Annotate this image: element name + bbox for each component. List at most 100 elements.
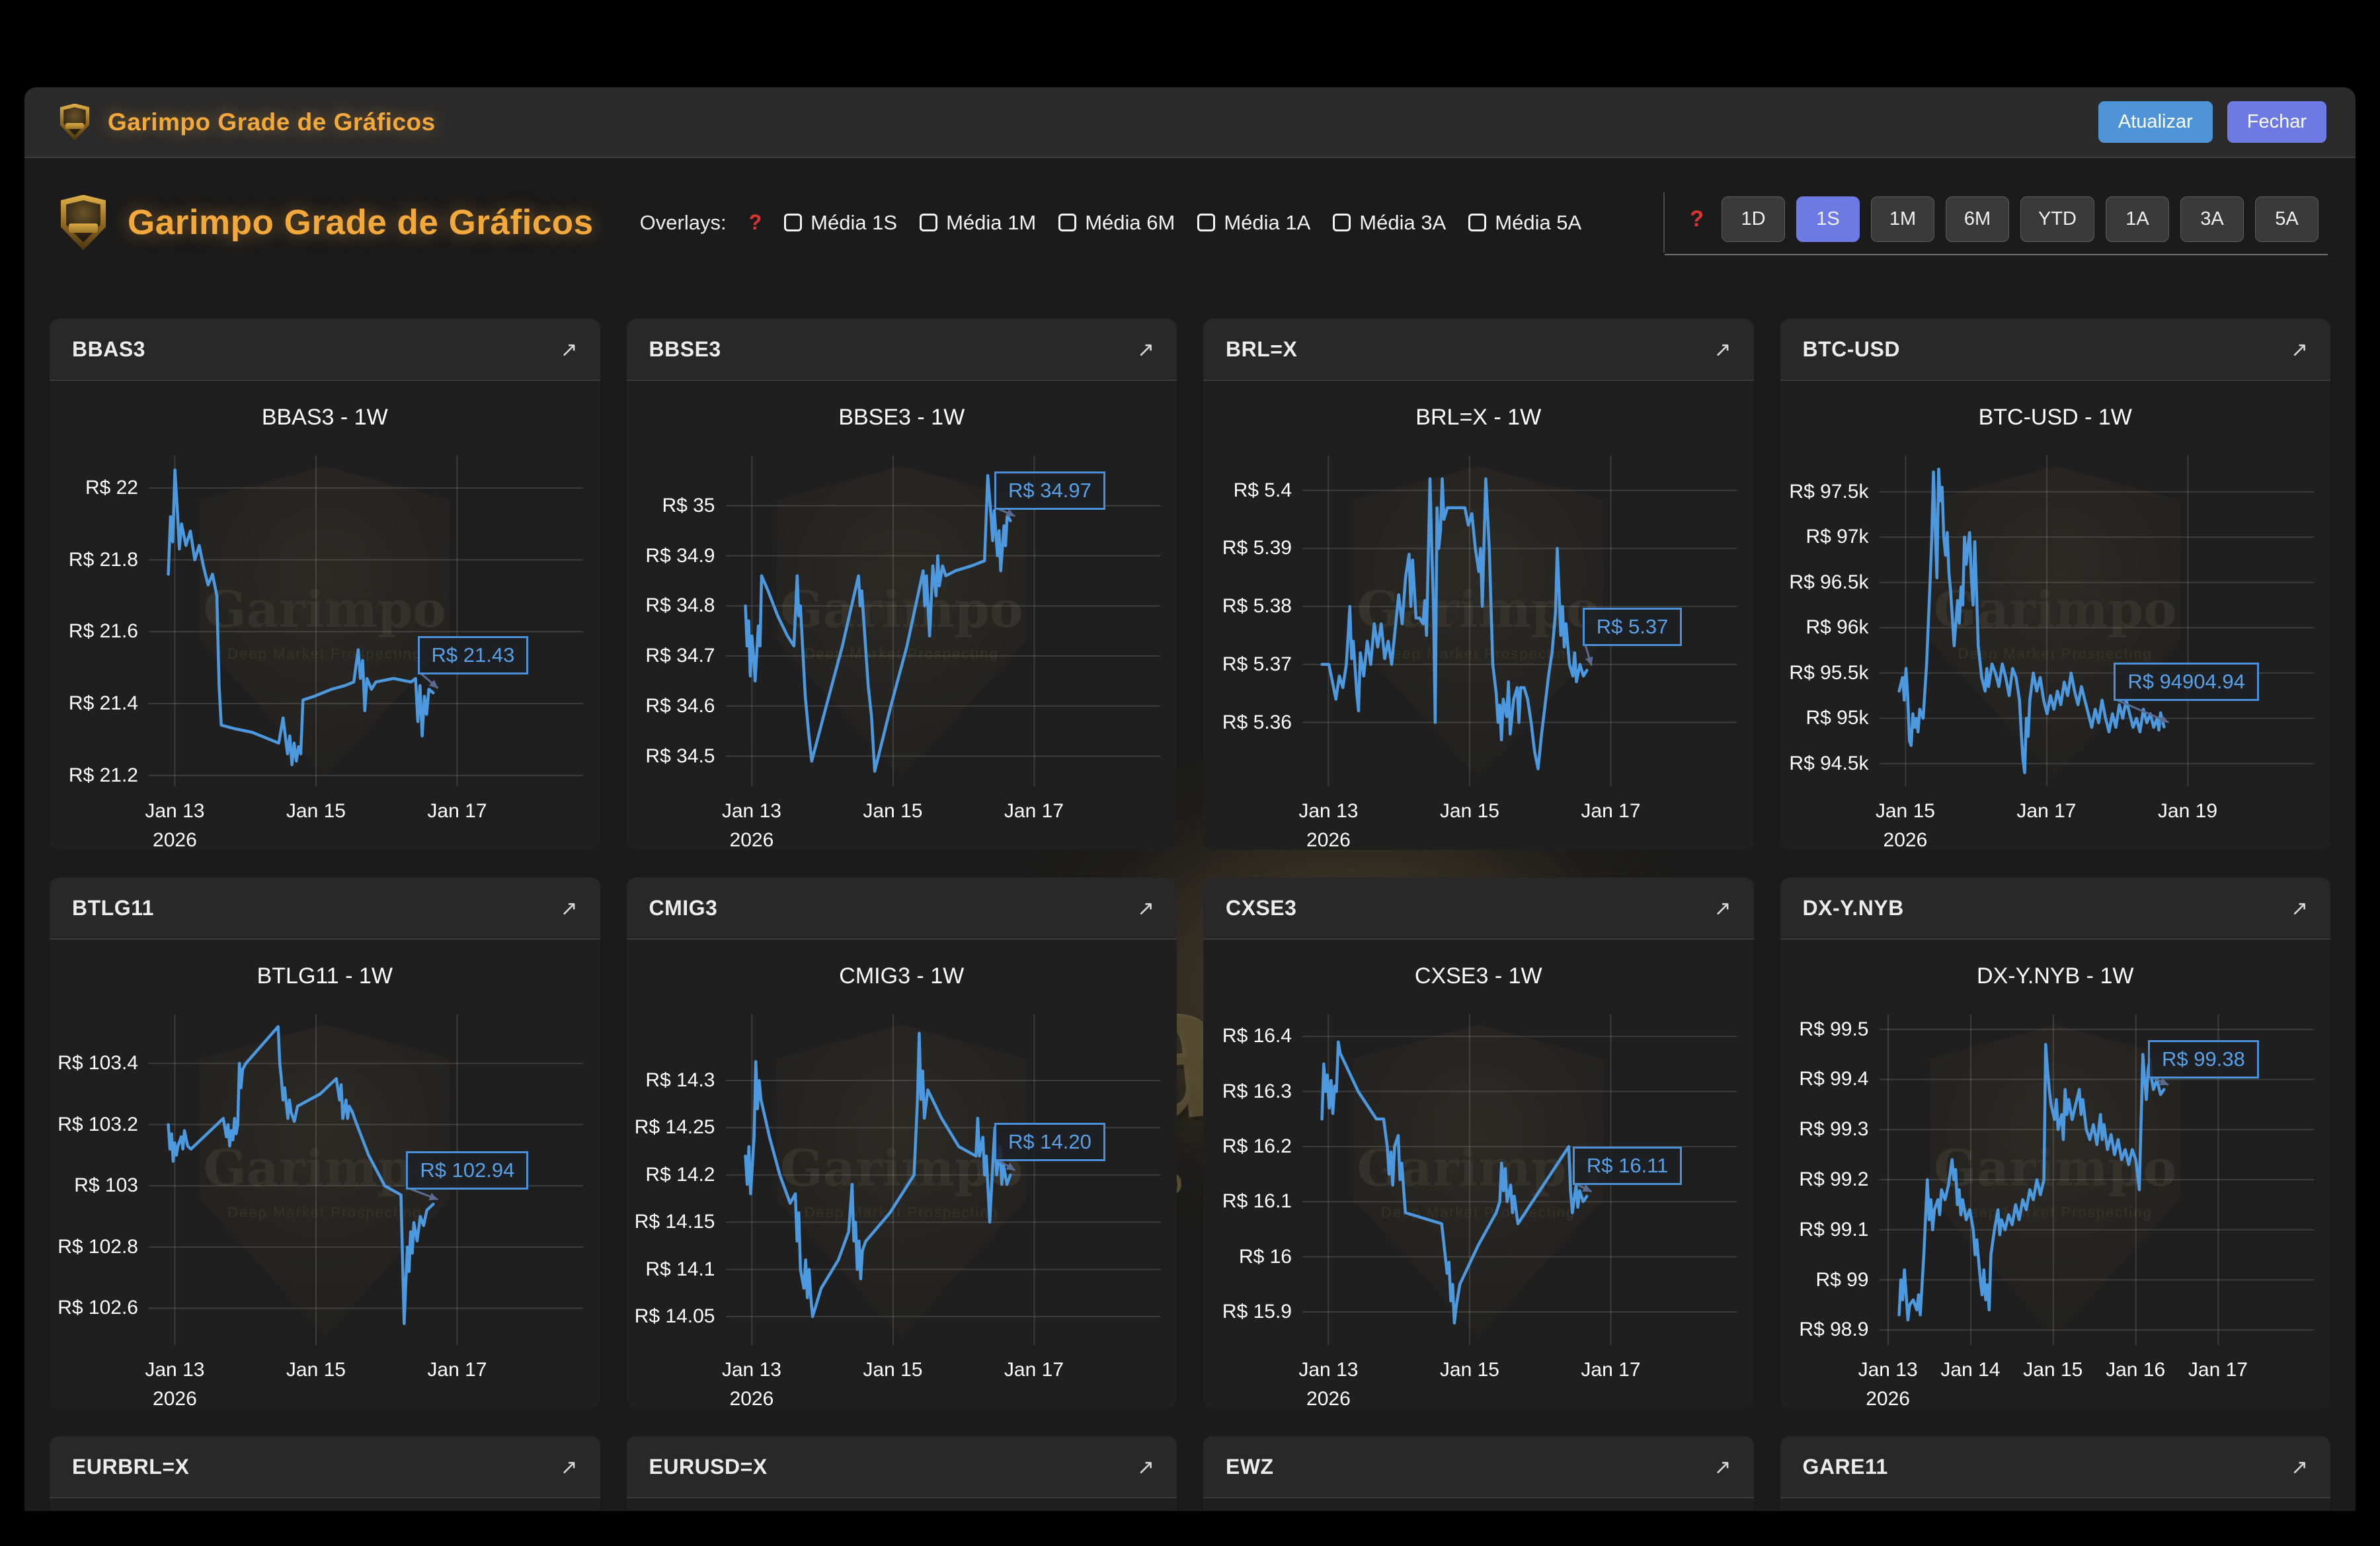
chart-plot[interactable]: R$ 5.4R$ 5.39R$ 5.38R$ 5.37R$ 5.36Jan 13… (1302, 456, 1737, 786)
chart-canvas (149, 456, 583, 786)
x-tick-label: Jan 17 (2188, 1356, 2248, 1385)
x-tick-label: Jan 17 (2016, 797, 2076, 826)
y-tick-label: R$ 21.2 (69, 764, 138, 787)
y-tick-label: R$ 22 (85, 477, 138, 499)
price-series-line (169, 470, 434, 765)
atualizar-button[interactable]: Atualizar (2098, 101, 2213, 143)
overlay-checkbox-media-1m[interactable]: Média 1M (920, 211, 1036, 235)
chart-plot[interactable]: R$ 16.4R$ 16.3R$ 16.2R$ 16.1R$ 16R$ 15.9… (1302, 1014, 1737, 1345)
y-tick-label: R$ 16 (1239, 1246, 1292, 1268)
chart-title: DX-Y.NYB - 1W (1780, 963, 2331, 989)
y-tick-label: R$ 21.4 (69, 692, 138, 715)
chart-plot[interactable]: R$ 22R$ 21.8R$ 21.6R$ 21.4R$ 21.2Jan 132… (149, 456, 583, 786)
chart-plot[interactable]: R$ 14.3R$ 14.25R$ 14.2R$ 14.15R$ 14.1R$ … (726, 1014, 1160, 1345)
checkbox-icon[interactable] (920, 214, 937, 231)
y-tick-label: R$ 16.4 (1222, 1025, 1292, 1047)
x-tick-label: Jan 19 (2158, 797, 2217, 826)
controls-bar: Garimpo Grade de Gráficos Overlays: ? Mé… (24, 158, 2356, 282)
ticker-label: BBSE3 (649, 337, 721, 362)
y-tick-label: R$ 35 (662, 495, 715, 517)
expand-icon[interactable]: ↗ (1714, 339, 1731, 360)
ticker-label: BRL=X (1226, 337, 1297, 362)
ticker-label: BBAS3 (72, 337, 145, 362)
checkbox-icon[interactable] (784, 214, 802, 231)
chart-plot[interactable]: R$ 97.5kR$ 97kR$ 96.5kR$ 96kR$ 95.5kR$ 9… (1880, 456, 2314, 786)
checkbox-icon[interactable] (1333, 214, 1351, 231)
y-tick-label: R$ 5.37 (1222, 653, 1292, 676)
price-series-line (745, 475, 1010, 771)
expand-icon[interactable]: ↗ (2291, 339, 2308, 360)
y-tick-label: R$ 15.9 (1222, 1301, 1292, 1323)
expand-icon[interactable]: ↗ (561, 1457, 578, 1477)
y-tick-label: R$ 97k (1805, 526, 1868, 548)
x-tick-label: Jan 14 (1940, 1356, 2000, 1385)
expand-icon[interactable]: ↗ (1137, 898, 1154, 918)
price-series-line (169, 1027, 434, 1324)
card-header: GARE11 ↗ (1780, 1436, 2331, 1498)
x-tick-label: Jan 17 (1581, 1356, 1640, 1385)
card-header: BTLG11 ↗ (50, 877, 600, 940)
overlay-checkbox-media-1s[interactable]: Média 1S (784, 211, 897, 235)
price-series-line (1899, 1045, 2164, 1321)
overlay-checkbox-media-3a[interactable]: Média 3A (1333, 211, 1446, 235)
chart-card-bbse3: BBSE3 ↗ GarimpoDeep Market Prospecting B… (627, 319, 1177, 850)
chart-plot[interactable]: R$ 35R$ 34.9R$ 34.8R$ 34.7R$ 34.6R$ 34.5… (726, 456, 1160, 786)
range-button-1d[interactable]: 1D (1722, 196, 1785, 242)
expand-icon[interactable]: ↗ (2291, 1457, 2308, 1477)
ticker-label: EURBRL=X (72, 1455, 189, 1479)
y-tick-label: R$ 21.6 (69, 620, 138, 643)
overlay-checkbox-media-6m[interactable]: Média 6M (1058, 211, 1175, 235)
y-tick-label: R$ 94.5k (1789, 753, 1868, 775)
expand-icon[interactable]: ↗ (561, 898, 578, 918)
price-series-line (1322, 479, 1587, 769)
expand-icon[interactable]: ↗ (1714, 898, 1731, 918)
ticker-label: BTLG11 (72, 896, 154, 920)
range-button-1m[interactable]: 1M (1871, 196, 1934, 242)
garimpo-logo (59, 104, 91, 141)
range-button-1s[interactable]: 1S (1796, 196, 1860, 242)
y-tick-label: R$ 99.5 (1799, 1018, 1868, 1041)
checkbox-icon[interactable] (1058, 214, 1076, 231)
chart-card-cxse3: CXSE3 ↗ GarimpoDeep Market Prospecting C… (1203, 877, 1754, 1408)
y-tick-label: R$ 21.8 (69, 549, 138, 571)
y-tick-label: R$ 96k (1805, 616, 1868, 639)
range-button-3a[interactable]: 3A (2180, 196, 2244, 242)
x-tick-label: Jan 17 (427, 1356, 487, 1385)
card-header: EURBRL=X ↗ (50, 1436, 600, 1498)
x-tick-label: Jan 15 (863, 1356, 922, 1385)
y-tick-label: R$ 14.25 (635, 1116, 715, 1139)
y-tick-label: R$ 102.6 (58, 1297, 138, 1319)
expand-icon[interactable]: ↗ (1714, 1457, 1731, 1477)
overlays-help-icon[interactable]: ? (749, 210, 762, 235)
card-header: BRL=X ↗ (1203, 319, 1754, 381)
chart-plot[interactable]: R$ 99.5R$ 99.4R$ 99.3R$ 99.2R$ 99.1R$ 99… (1880, 1014, 2314, 1345)
range-group: ? 1D 1S 1M 6M YTD 1A 3A 5A (1663, 192, 2319, 253)
expand-icon[interactable]: ↗ (2291, 898, 2308, 918)
y-tick-label: R$ 99.3 (1799, 1118, 1868, 1141)
chart-plot[interactable]: R$ 103.4R$ 103.2R$ 103R$ 102.8R$ 102.6Ja… (149, 1014, 583, 1345)
range-button-6m[interactable]: 6M (1946, 196, 2009, 242)
expand-icon[interactable]: ↗ (1137, 1457, 1154, 1477)
chart-card-ewz: EWZ ↗ EWZ - 1W (1203, 1436, 1754, 1511)
y-tick-label: R$ 34.6 (645, 695, 715, 717)
overlays-label: Overlays: (640, 211, 727, 235)
y-tick-label: R$ 14.1 (645, 1258, 715, 1281)
price-series-line (1322, 1042, 1587, 1323)
range-help-icon[interactable]: ? (1690, 206, 1704, 232)
checkbox-icon[interactable] (1197, 214, 1215, 231)
expand-icon[interactable]: ↗ (1137, 339, 1154, 360)
x-tick-label: Jan 15 (1440, 797, 1499, 826)
card-header: BTC-USD ↗ (1780, 319, 2331, 381)
range-button-1a[interactable]: 1A (2106, 196, 2169, 242)
y-tick-label: R$ 96.5k (1789, 571, 1868, 594)
checkbox-icon[interactable] (1468, 214, 1486, 231)
overlay-checkbox-media-5a[interactable]: Média 5A (1468, 211, 1581, 235)
range-button-ytd[interactable]: YTD (2020, 196, 2094, 242)
fechar-button[interactable]: Fechar (2227, 101, 2326, 143)
y-tick-label: R$ 5.38 (1222, 595, 1292, 618)
y-tick-label: R$ 14.3 (645, 1069, 715, 1092)
range-button-5a[interactable]: 5A (2255, 196, 2319, 242)
y-tick-label: R$ 16.1 (1222, 1190, 1292, 1213)
expand-icon[interactable]: ↗ (561, 339, 578, 360)
overlay-checkbox-media-1a[interactable]: Média 1A (1197, 211, 1310, 235)
